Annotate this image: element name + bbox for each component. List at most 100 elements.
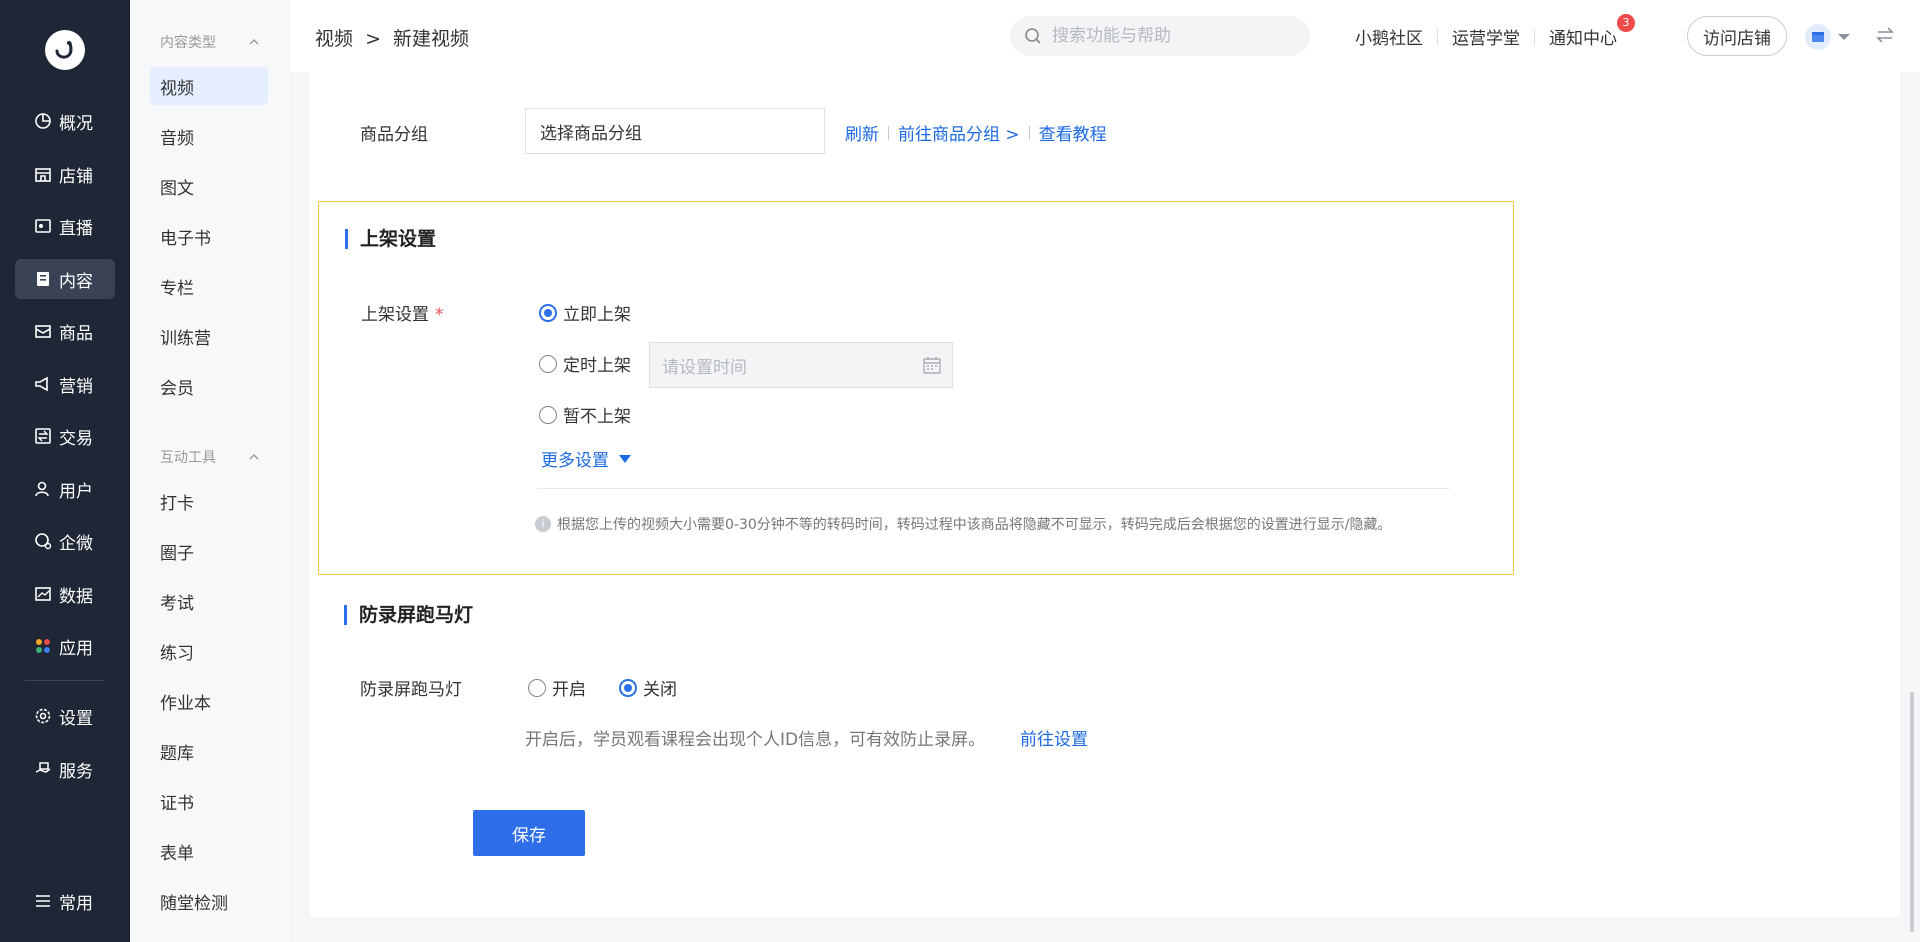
submenu-item-question-bank[interactable]: 题库 bbox=[150, 732, 268, 770]
notice-badge: 3 bbox=[1617, 14, 1635, 32]
link-notice-center[interactable]: 通知中心 3 bbox=[1549, 14, 1635, 49]
submenu-item-audio[interactable]: 音频 bbox=[150, 117, 268, 155]
breadcrumb-parent[interactable]: 视频 bbox=[315, 28, 353, 50]
overview-icon bbox=[34, 112, 52, 130]
search-box[interactable] bbox=[1010, 16, 1310, 56]
content-icon bbox=[34, 270, 52, 288]
nav-item-overview[interactable]: 概况 bbox=[15, 101, 115, 141]
app-logo[interactable] bbox=[45, 30, 85, 70]
info-icon: i bbox=[535, 516, 551, 532]
nav-item-goods[interactable]: 商品 bbox=[15, 311, 115, 351]
radio-publish-scheduled[interactable]: 定时上架 bbox=[539, 351, 631, 376]
caret-down-icon bbox=[619, 454, 631, 463]
publish-label: 上架设置 * bbox=[361, 300, 444, 325]
radio-marquee-off[interactable]: 关闭 bbox=[619, 675, 677, 700]
notice-label: 通知中心 bbox=[1549, 29, 1617, 49]
nav-item-service[interactable]: 服务 bbox=[15, 749, 115, 789]
user-icon bbox=[34, 480, 52, 498]
submenu-item-article[interactable]: 图文 bbox=[150, 167, 268, 205]
nav-item-trade[interactable]: 交易 bbox=[15, 416, 115, 456]
nav-item-marketing[interactable]: 营销 bbox=[15, 364, 115, 404]
submenu-item-quiz[interactable]: 随堂检测 bbox=[150, 882, 268, 920]
nav-label: 概况 bbox=[59, 113, 93, 134]
submenu-item-camp[interactable]: 训练营 bbox=[150, 317, 268, 355]
radio-marquee-on[interactable]: 开启 bbox=[528, 675, 586, 700]
data-icon bbox=[34, 585, 52, 603]
submenu-group-interactive[interactable]: 互动工具 bbox=[160, 447, 260, 467]
radio-unchecked-icon bbox=[539, 354, 557, 373]
more-settings-toggle[interactable]: 更多设置 bbox=[541, 446, 631, 471]
nav-item-live[interactable]: 直播 bbox=[15, 206, 115, 246]
goto-goods-group-link[interactable]: 前往商品分组 > bbox=[898, 120, 1020, 145]
marketing-icon bbox=[34, 375, 52, 393]
nav-item-data[interactable]: 数据 bbox=[15, 574, 115, 614]
chevron-up-icon bbox=[249, 454, 259, 460]
submenu-item-member[interactable]: 会员 bbox=[150, 367, 268, 405]
goods-group-links: 刷新 前往商品分组 > 查看教程 bbox=[845, 120, 1107, 145]
nav-label: 数据 bbox=[59, 586, 93, 607]
publish-settings-section: 上架设置 上架设置 * 立即上架 定时上架 请设置时间 暂不上架 更多设置 i 根… bbox=[318, 201, 1514, 575]
nav-item-user[interactable]: 用户 bbox=[15, 469, 115, 509]
divider bbox=[1534, 28, 1535, 45]
time-placeholder: 请设置时间 bbox=[662, 357, 747, 378]
submenu-group-label: 内容类型 bbox=[160, 35, 216, 51]
section-title: 上架设置 bbox=[345, 229, 436, 249]
goods-group-select[interactable]: 选择商品分组 bbox=[525, 108, 825, 154]
nav-item-apps[interactable]: 应用 bbox=[15, 626, 115, 666]
store-icon bbox=[1812, 32, 1824, 42]
store-icon bbox=[34, 165, 52, 183]
divider bbox=[888, 125, 889, 140]
submenu-item-video[interactable]: 视频 bbox=[150, 67, 268, 105]
link-community[interactable]: 小鹅社区 bbox=[1355, 24, 1423, 49]
search-input[interactable] bbox=[1052, 26, 1292, 46]
submenu-group-content-type[interactable]: 内容类型 bbox=[160, 32, 260, 52]
goods-group-label: 商品分组 bbox=[360, 125, 428, 145]
shop-switcher[interactable] bbox=[1805, 24, 1851, 50]
nav-label: 营销 bbox=[59, 376, 93, 397]
nav-item-store[interactable]: 店铺 bbox=[15, 154, 115, 194]
nav-label: 常用 bbox=[59, 893, 93, 914]
submenu-item-checkin[interactable]: 打卡 bbox=[150, 482, 268, 520]
submenu-item-certificate[interactable]: 证书 bbox=[150, 782, 268, 820]
submenu-item-homework[interactable]: 作业本 bbox=[150, 682, 268, 720]
goto-settings-link[interactable]: 前往设置 bbox=[1020, 725, 1088, 750]
required-mark: * bbox=[435, 305, 444, 325]
schedule-time-input[interactable]: 请设置时间 bbox=[649, 342, 953, 388]
save-button[interactable]: 保存 bbox=[473, 810, 585, 856]
page-scrollbar[interactable] bbox=[1904, 72, 1918, 942]
nav-item-settings[interactable]: 设置 bbox=[15, 696, 115, 736]
scrollbar-thumb[interactable] bbox=[1910, 692, 1914, 932]
nav-item-content[interactable]: 内容 bbox=[15, 259, 115, 299]
link-academy[interactable]: 运营学堂 bbox=[1452, 24, 1520, 49]
transcode-hint: i 根据您上传的视频大小需要0-30分钟不等的转码时间，转码过程中该商品将隐藏不… bbox=[535, 514, 1392, 534]
submenu-item-ebook[interactable]: 电子书 bbox=[150, 217, 268, 255]
breadcrumb-separator: > bbox=[365, 28, 381, 50]
swap-icon[interactable] bbox=[1875, 25, 1895, 45]
submenu-item-circle[interactable]: 圈子 bbox=[150, 532, 268, 570]
apps-icon bbox=[34, 637, 52, 655]
radio-publish-later[interactable]: 暂不上架 bbox=[539, 402, 631, 427]
radio-label: 开启 bbox=[552, 680, 586, 700]
nav-label: 内容 bbox=[59, 271, 93, 292]
radio-label: 暂不上架 bbox=[563, 407, 631, 427]
main-content: 商品分组 选择商品分组 刷新 前往商品分组 > 查看教程 上架设置 上架设置 * … bbox=[310, 72, 1900, 917]
radio-label: 定时上架 bbox=[563, 356, 631, 376]
submenu-item-column[interactable]: 专栏 bbox=[150, 267, 268, 305]
caret-down-icon bbox=[1838, 34, 1850, 40]
nav-label: 服务 bbox=[59, 761, 93, 782]
tutorial-link[interactable]: 查看教程 bbox=[1039, 120, 1107, 145]
submenu-item-exam[interactable]: 考试 bbox=[150, 582, 268, 620]
service-icon bbox=[34, 760, 52, 778]
divider bbox=[1437, 28, 1438, 45]
nav-item-common[interactable]: 常用 bbox=[15, 881, 115, 921]
refresh-link[interactable]: 刷新 bbox=[845, 120, 879, 145]
main-nav: 概况 店铺 直播 内容 商品 营销 交易 用户 企微 数据 应用 设置 服务 常… bbox=[0, 0, 130, 942]
nav-label: 设置 bbox=[59, 708, 93, 729]
breadcrumb-current: 新建视频 bbox=[393, 28, 470, 50]
submenu-item-form[interactable]: 表单 bbox=[150, 832, 268, 870]
visit-store-button[interactable]: 访问店铺 bbox=[1687, 16, 1787, 56]
submenu-item-practice[interactable]: 练习 bbox=[150, 632, 268, 670]
radio-publish-now[interactable]: 立即上架 bbox=[539, 300, 631, 325]
radio-unchecked-icon bbox=[539, 405, 557, 424]
nav-item-wecom[interactable]: 企微 bbox=[15, 521, 115, 561]
